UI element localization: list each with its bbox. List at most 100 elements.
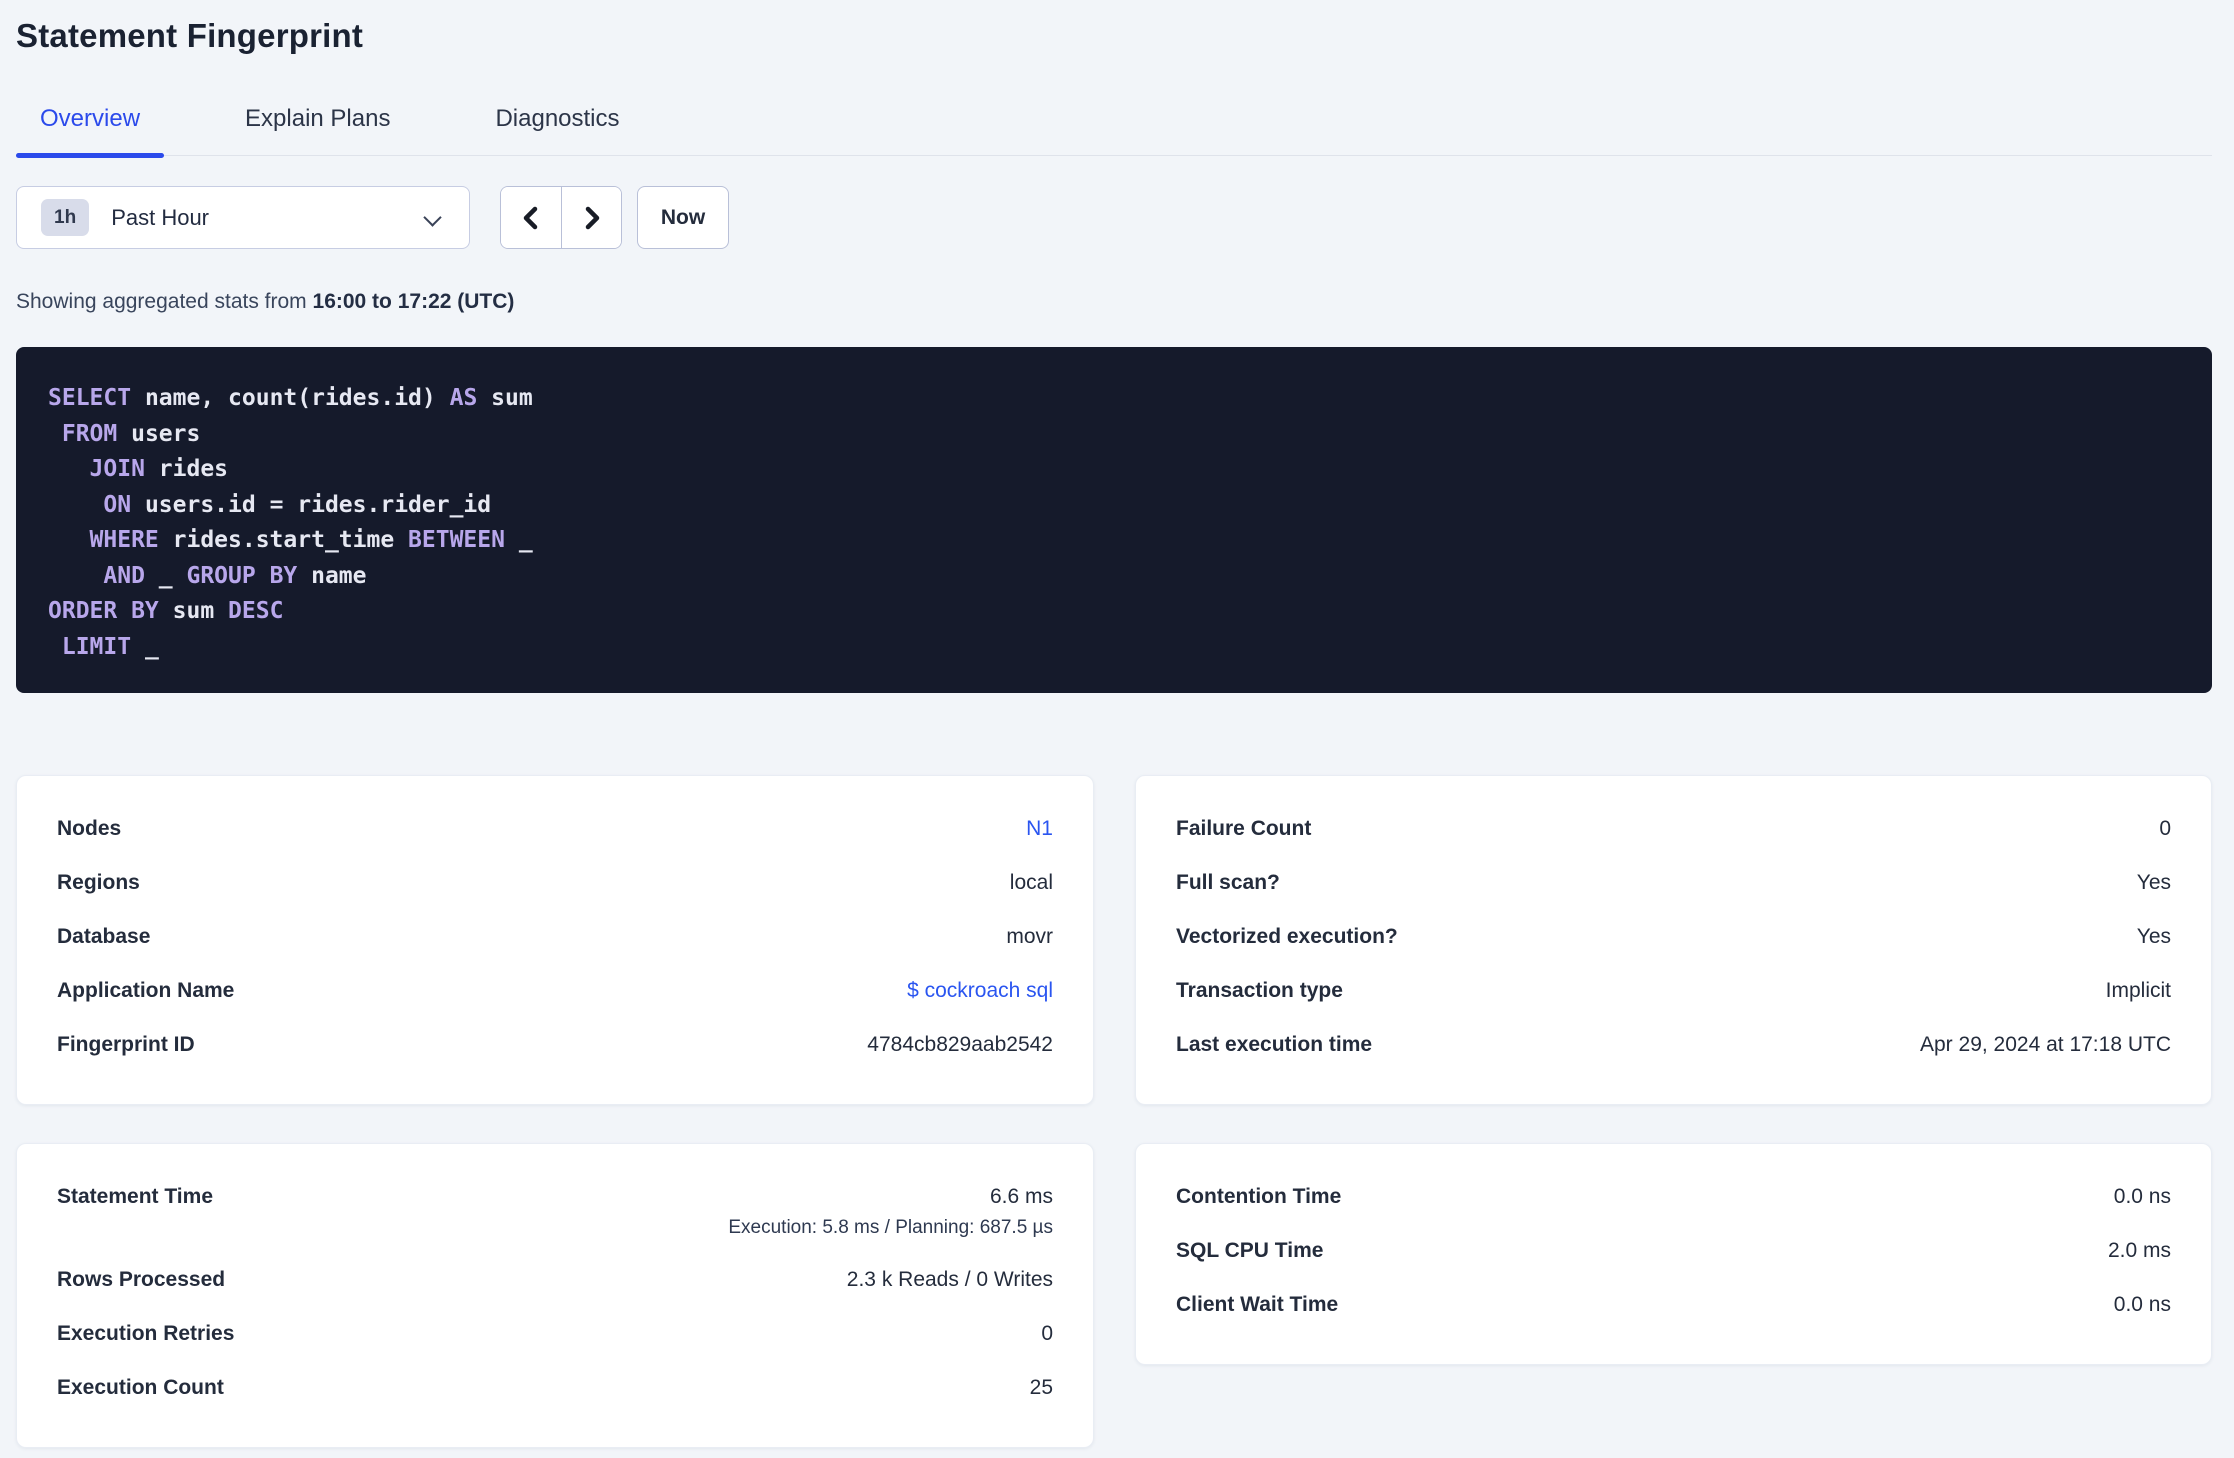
row-value: Yes [2136, 925, 2171, 948]
sql-text: _ [131, 633, 159, 660]
sql-keyword: LIMIT [48, 633, 132, 660]
info-row: Application Name $ cockroach sql [57, 964, 1053, 1018]
sql-keyword: SELECT [48, 385, 132, 411]
row-value: 0 [2159, 817, 2171, 840]
info-row: Transaction type Implicit [1176, 964, 2171, 1018]
stats-line-prefix: Showing aggregated stats from [16, 290, 313, 313]
sql-keyword: BETWEEN [408, 527, 505, 553]
sql-keyword: JOIN [48, 456, 145, 482]
sql-text: rides [144, 456, 229, 482]
sql-keyword: AND [48, 562, 145, 589]
row-subvalue: Execution: 5.8 ms / Planning: 687.5 µs [728, 1217, 1053, 1238]
sql-text: sum [158, 598, 229, 624]
row-label: Client Wait Time [1176, 1293, 1339, 1316]
row-value: Yes [2136, 871, 2171, 894]
tab-explain-plans[interactable]: Explain Plans [221, 96, 414, 155]
sql-statement-box: SELECT name, count(rides.id) AS sum FROM… [16, 347, 2212, 693]
sql-text: rides.start_time [158, 527, 409, 553]
chevron-right-icon [585, 206, 599, 229]
row-value: 2.3 k Reads / 0 Writes [846, 1268, 1053, 1291]
tab-overview[interactable]: Overview [16, 96, 165, 158]
sql-line: ORDER BY sum DESC [48, 594, 2180, 630]
info-row: Statement Time 6.6 ms Execution: 5.8 ms / … [57, 1170, 1053, 1253]
now-button[interactable]: Now [637, 186, 729, 249]
tab-bar: Overview Explain Plans Diagnostics [16, 96, 2212, 158]
card-execution-attributes: Failure Count 0 Full scan? Yes Vectorized ex… [1135, 775, 2212, 1105]
info-row: Regions local [57, 856, 1053, 910]
row-label: Rows Processed [57, 1268, 226, 1291]
time-toolbar: 1h Past Hour Now [16, 186, 2212, 249]
info-row: Contention Time 0.0 ns [1176, 1170, 2171, 1224]
info-row: Fingerprint ID 4784cb829aab2542 [57, 1018, 1053, 1072]
sql-text: sum [477, 385, 533, 411]
page-title: Statement Fingerprint [16, 17, 364, 54]
row-label: Failure Count [1176, 817, 1312, 840]
row-label: Nodes [57, 817, 122, 840]
sql-keyword: AS [449, 385, 478, 411]
sql-keyword: FROM [48, 420, 118, 447]
time-range-badge: 1h [41, 199, 90, 236]
row-value-link[interactable]: $ cockroach sql [907, 979, 1053, 1002]
tab-diagnostics[interactable]: Diagnostics [471, 96, 643, 155]
sql-line: WHERE rides.start_time BETWEEN _ [48, 523, 2180, 559]
row-value-link[interactable]: N1 [1026, 817, 1053, 840]
info-row: Nodes N1 [57, 802, 1053, 856]
prev-range-button[interactable] [501, 187, 561, 248]
info-row: Rows Processed 2.3 k Reads / 0 Writes [57, 1253, 1053, 1307]
info-row: Full scan? Yes [1176, 856, 2171, 910]
row-label: Fingerprint ID [57, 1033, 195, 1056]
sql-keyword: WHERE [48, 527, 159, 553]
info-row: Execution Retries 0 [57, 1307, 1053, 1361]
row-value: 4784cb829aab2542 [867, 1033, 1053, 1056]
info-row: SQL CPU Time 2.0 ms [1176, 1224, 2171, 1278]
chevron-left-icon [523, 206, 538, 229]
row-value: 2.0 ms [2107, 1239, 2171, 1262]
sql-line: LIMIT _ [48, 630, 2180, 666]
sql-line: AND _ GROUP BY name [48, 559, 2180, 595]
card-statement-times: Statement Time 6.6 ms Execution: 5.8 ms / … [16, 1143, 1094, 1448]
sql-text: name [297, 562, 367, 589]
row-value: 0 [1041, 1322, 1053, 1345]
info-row: Database movr [57, 910, 1053, 964]
sql-keyword: DESC [228, 598, 284, 624]
info-row: Last execution time Apr 29, 2024 at 17:18… [1176, 1018, 2171, 1072]
sql-keyword: ORDER BY [48, 598, 159, 624]
info-row: Execution Count 25 [57, 1361, 1053, 1415]
row-value: local [1009, 871, 1053, 894]
row-label: Vectorized execution? [1176, 925, 1398, 948]
row-label: Database [57, 925, 151, 948]
sql-text: _ [144, 562, 187, 589]
row-value: 6.6 ms Execution: 5.8 ms / Planning: 687.… [728, 1185, 1053, 1238]
row-label: SQL CPU Time [1176, 1239, 1324, 1262]
sql-line: SELECT name, count(rides.id) AS sum [48, 381, 2180, 417]
row-value: Apr 29, 2024 at 17:18 UTC [1920, 1033, 2171, 1056]
row-value: 0.0 ns [2113, 1293, 2171, 1316]
card-statement-details: Nodes N1 Regions local Database movr Applicati… [16, 775, 1094, 1105]
sql-keyword: ON [48, 491, 132, 518]
row-label: Application Name [57, 979, 235, 1002]
row-label: Execution Retries [57, 1322, 235, 1345]
row-label: Regions [57, 871, 140, 894]
sql-keyword: GROUP BY [186, 562, 298, 589]
row-label: Full scan? [1176, 871, 1280, 894]
sql-line: JOIN rides [48, 452, 2180, 488]
info-row: Failure Count 0 [1176, 802, 2171, 856]
next-range-button[interactable] [561, 187, 621, 248]
card-wait-times: Contention Time 0.0 ns SQL CPU Time 2.0 ms C… [1135, 1143, 2212, 1365]
row-label: Transaction type [1176, 979, 1343, 1002]
row-value: N1 [1026, 815, 1053, 843]
sql-text: _ [504, 527, 533, 553]
sql-text: users.id = rides.rider_id [131, 491, 492, 518]
row-value: Implicit [2105, 979, 2171, 1002]
row-value: $ cockroach sql [907, 977, 1053, 1005]
row-value: movr [1006, 925, 1053, 948]
row-label: Statement Time [57, 1185, 213, 1208]
sql-text: users [117, 420, 201, 447]
summary-cards: Nodes N1 Regions local Database movr Applicati… [16, 775, 2212, 1448]
row-label: Last execution time [1176, 1033, 1373, 1056]
sql-text: name, count(rides.id) [131, 385, 450, 411]
sql-line: ON users.id = rides.rider_id [48, 488, 2180, 524]
row-value: 0.0 ns [2113, 1185, 2171, 1208]
time-range-dropdown[interactable]: 1h Past Hour [16, 186, 470, 249]
time-range-label: Past Hour [111, 204, 210, 230]
